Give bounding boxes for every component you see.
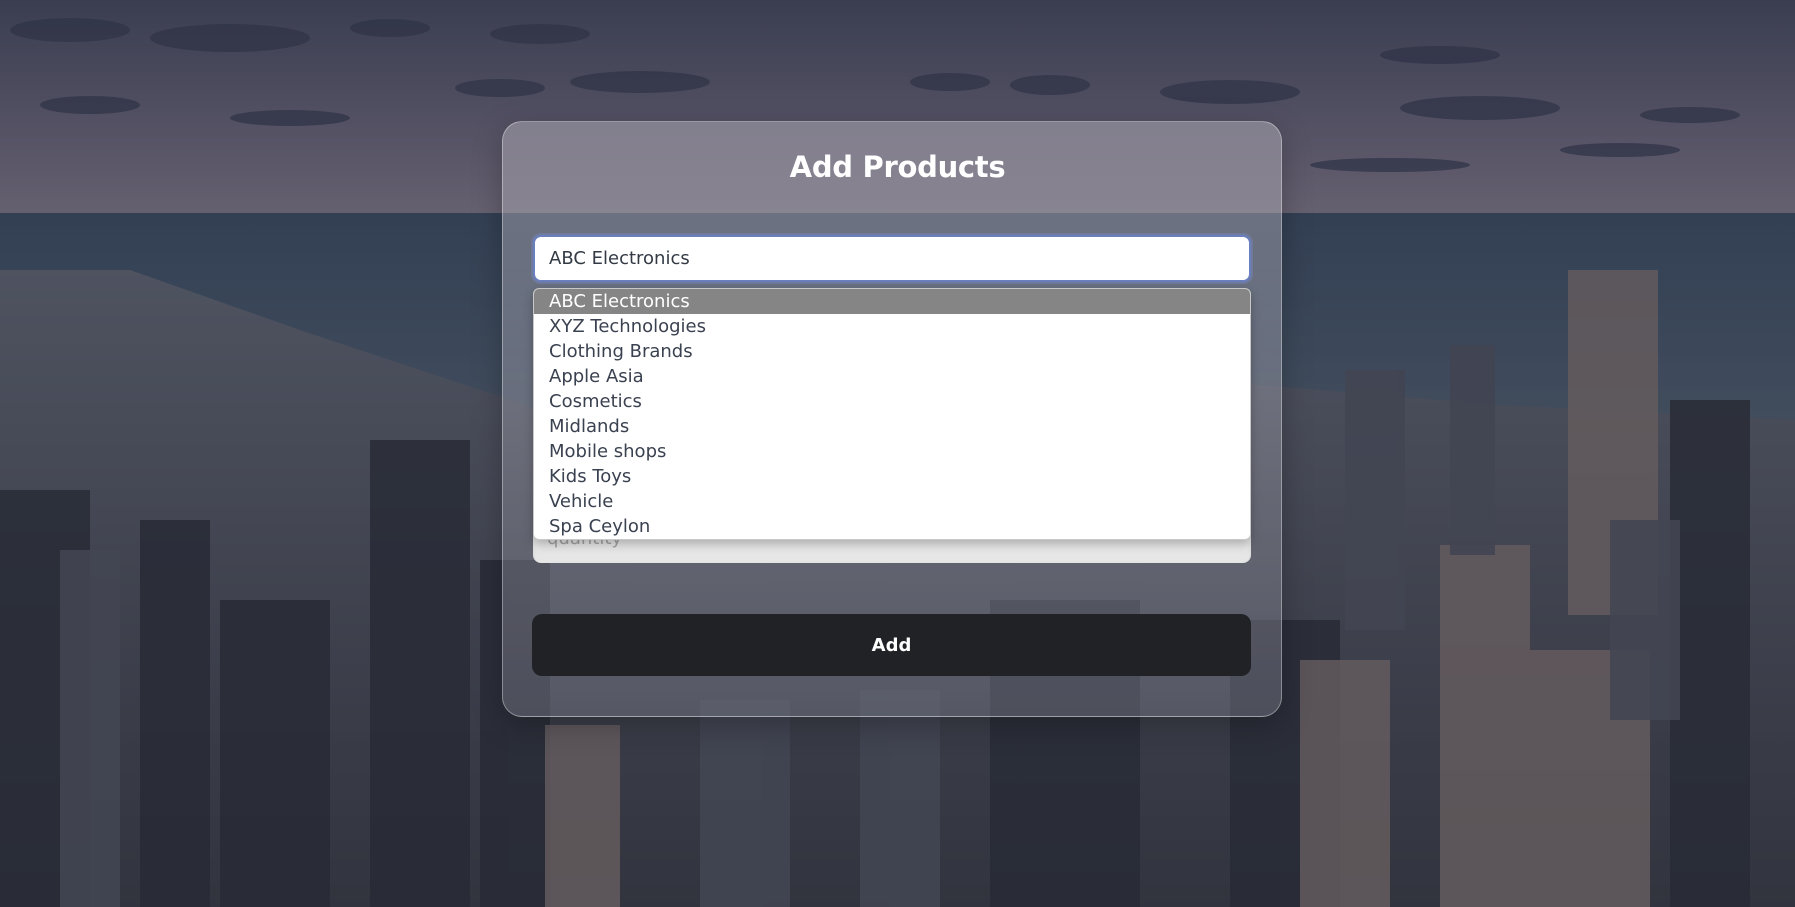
dropdown-option[interactable]: Clothing Brands	[534, 339, 1250, 364]
dropdown-option[interactable]: XYZ Technologies	[534, 314, 1250, 339]
dropdown-option[interactable]: Kids Toys	[534, 464, 1250, 489]
dropdown-option[interactable]: Midlands	[534, 414, 1250, 439]
company-select[interactable]: ABC Electronics	[533, 235, 1251, 282]
dropdown-option[interactable]: Spa Ceylon	[534, 514, 1250, 539]
dropdown-option[interactable]: ABC Electronics	[534, 289, 1250, 314]
dropdown-option[interactable]: Cosmetics	[534, 389, 1250, 414]
dropdown-option[interactable]: Mobile shops	[534, 439, 1250, 464]
page-background: Add Products ABC Electronics quantity AB…	[0, 0, 1795, 907]
page-title: Add Products	[789, 150, 1006, 184]
dropdown-option[interactable]: Vehicle	[534, 489, 1250, 514]
dropdown-option[interactable]: Apple Asia	[534, 364, 1250, 389]
add-button[interactable]: Add	[532, 614, 1251, 676]
company-dropdown-list[interactable]: ABC Electronics XYZ Technologies Clothin…	[533, 288, 1251, 540]
